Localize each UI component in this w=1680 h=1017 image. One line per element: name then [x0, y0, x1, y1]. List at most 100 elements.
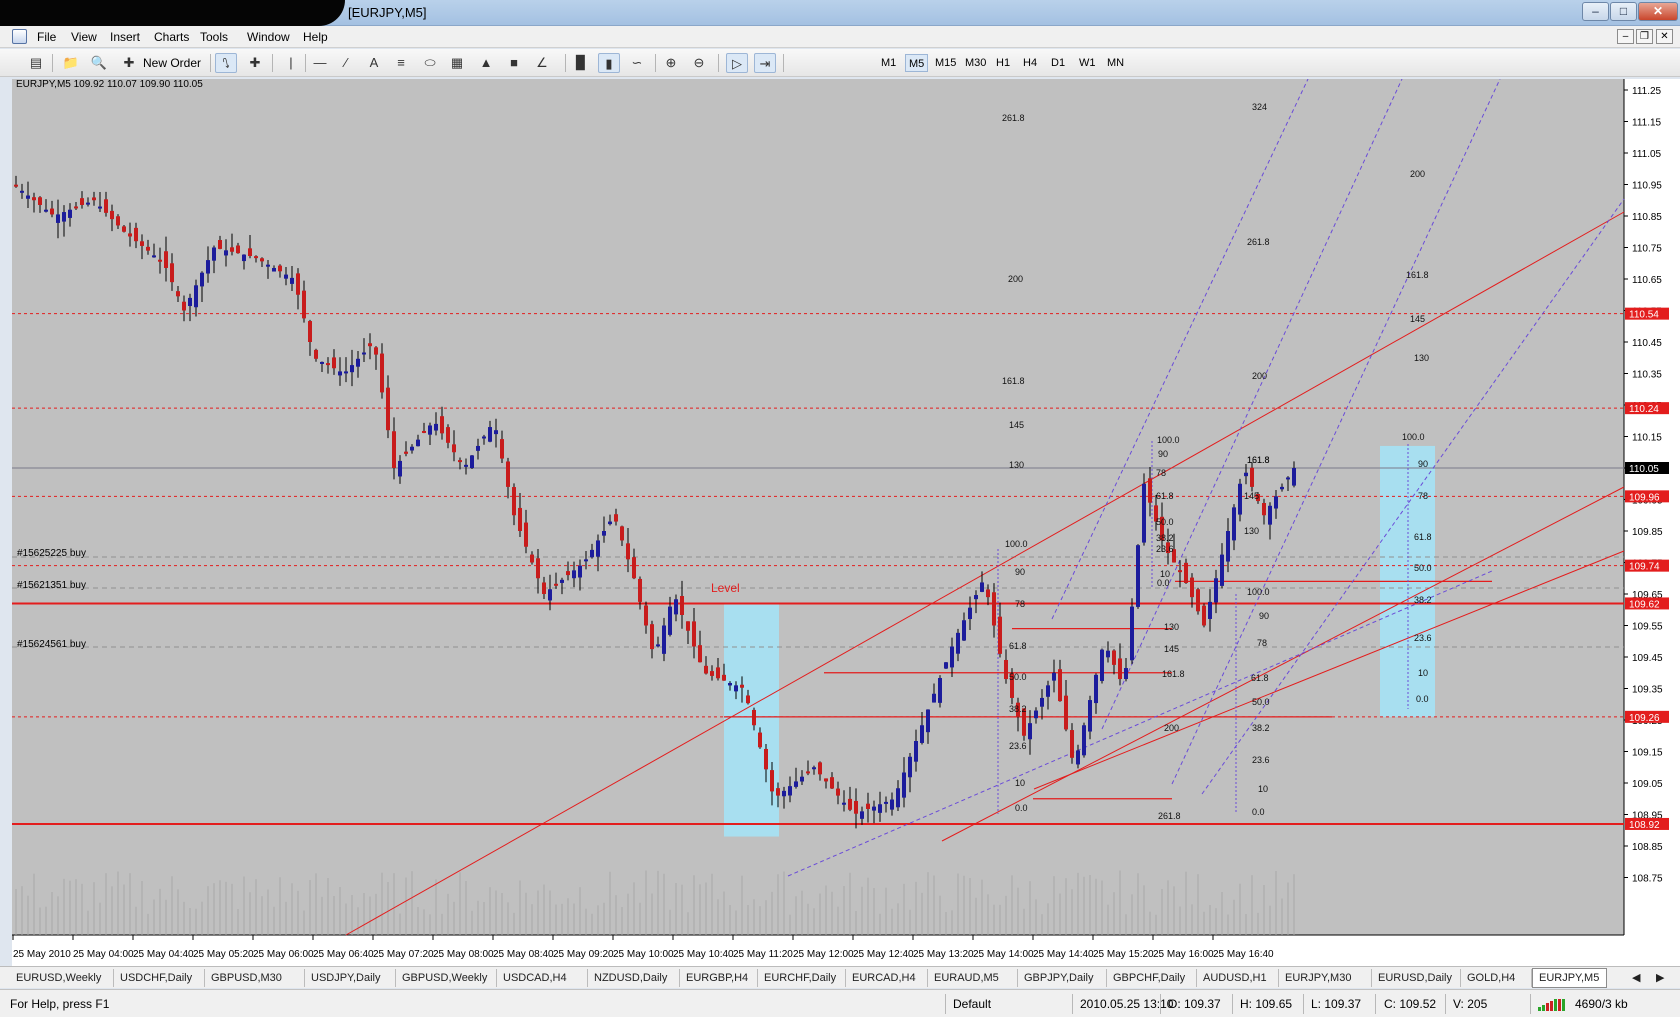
order-label[interactable]: #15621351 buy [17, 580, 86, 591]
candle-body [866, 803, 870, 809]
menu-charts[interactable]: Charts [154, 30, 189, 44]
time-tick-label: 25 May 10:40 [673, 949, 734, 960]
fibonacci-icon[interactable]: ≡ [390, 53, 412, 73]
minimize-button[interactable]: – [1582, 2, 1609, 21]
symbol-tab[interactable]: GBPUSD,Weekly [396, 969, 497, 987]
order-label[interactable]: #15624561 buy [17, 639, 86, 650]
chart-window[interactable]: 261.8 200 161.8 145 130 100.0 90 78 61.8 50.0 38.2… [12, 79, 1680, 966]
candlestick-icon[interactable]: ▮ [598, 53, 620, 73]
tab-scroll-left-icon[interactable]: ◀ [1626, 969, 1646, 987]
fib-level-label: 78 [1156, 468, 1166, 478]
fib-level-label: 38.2 [1252, 723, 1270, 733]
trendline-icon[interactable]: ∕ [335, 53, 357, 73]
zoom-out-icon[interactable]: ⊖ [688, 53, 710, 73]
maximize-button[interactable]: □ [1610, 2, 1637, 21]
menu-view[interactable]: View [71, 30, 97, 44]
tf-m1[interactable]: M1 [878, 54, 899, 72]
zoom-in-icon[interactable]: ⊕ [660, 53, 682, 73]
rectangle-icon[interactable]: ■ [503, 53, 525, 73]
title-bar: [EURJPY,M5] – □ ✕ [0, 0, 1680, 26]
horizontal-line-icon[interactable]: — [309, 53, 331, 73]
fib-level-label: 10 [1015, 778, 1025, 788]
fib-level-label: 200 [1008, 274, 1023, 284]
menu-file[interactable]: File [37, 30, 56, 44]
fib-fan-icon[interactable]: ▦ [446, 53, 468, 73]
fib-level-label: 324 [1252, 102, 1267, 112]
crosshair-icon[interactable]: ✚ [244, 53, 266, 73]
symbol-tab[interactable]: NZDUSD,Daily [588, 969, 680, 987]
candle-body [224, 250, 228, 256]
vertical-line-icon[interactable]: | [280, 53, 302, 73]
fib-level-label: 61.8 [1156, 491, 1174, 501]
time-tick-label: 25 May 06:00 [253, 949, 314, 960]
chart-shift-icon[interactable]: ⇥ [754, 53, 776, 73]
candle-body [998, 616, 1002, 654]
toggle-navigator-icon[interactable]: ▤ [25, 53, 47, 73]
symbol-tab[interactable]: EURGBP,H4 [680, 969, 758, 987]
menu-tools[interactable]: Tools [200, 30, 228, 44]
symbol-tab[interactable]: GBPUSD,M30 [205, 969, 305, 987]
app-document-icon[interactable] [12, 29, 27, 44]
fib-level-label: 61.8 [1009, 641, 1027, 651]
fib-level-label: 38.2 [1009, 704, 1027, 714]
candle-body [422, 430, 426, 433]
tf-d1[interactable]: D1 [1048, 54, 1068, 72]
open-folder-icon[interactable]: 📁 [60, 53, 82, 73]
symbol-tab[interactable]: USDCHF,Daily [114, 969, 205, 987]
symbol-tab[interactable]: GBPCHF,Daily [1107, 969, 1197, 987]
close-button[interactable]: ✕ [1638, 2, 1678, 21]
tf-w1[interactable]: W1 [1076, 54, 1099, 72]
candle-body [656, 644, 660, 647]
bar-chart-icon[interactable]: ▉ [570, 53, 592, 73]
candle-body [344, 371, 348, 374]
candle-body [1118, 658, 1122, 680]
order-label[interactable]: #15625225 buy [17, 548, 86, 559]
fib-level-label: 100.0 [1005, 539, 1028, 549]
mdi-close-button[interactable]: ✕ [1656, 29, 1673, 44]
ellipse-icon[interactable]: ⬭ [419, 53, 441, 73]
mdi-minimize-button[interactable]: – [1617, 29, 1634, 44]
symbol-tab[interactable]: AUDUSD,H1 [1197, 969, 1279, 987]
tf-mn[interactable]: MN [1104, 54, 1127, 72]
chart-properties-icon[interactable]: 🔍 [88, 53, 110, 73]
new-order-button[interactable]: New Order [143, 56, 201, 70]
triangle-icon[interactable]: ▲ [475, 53, 497, 73]
symbol-tab[interactable]: GOLD,H4 [1461, 969, 1532, 987]
line-chart-icon[interactable]: ∽ [626, 53, 648, 73]
text-tool-icon[interactable]: A [363, 53, 385, 73]
price-chart[interactable]: 261.8200161.8145130100.0907861.850.038.2… [12, 79, 1680, 966]
symbol-tab[interactable]: EURCHF,Daily [758, 969, 846, 987]
new-order-icon[interactable]: ✚ [118, 53, 140, 73]
symbol-tab[interactable]: USDCAD,H4 [497, 969, 588, 987]
symbol-tab[interactable]: EURAUD,M5 [928, 969, 1018, 987]
candle-body [560, 579, 564, 583]
price-highlight-label: 109.74 [1629, 562, 1660, 573]
tf-h4[interactable]: H4 [1020, 54, 1040, 72]
profile-name[interactable]: Default [953, 997, 991, 1011]
mdi-restore-button[interactable]: ❐ [1636, 29, 1653, 44]
menu-insert[interactable]: Insert [110, 30, 140, 44]
cursor-icon[interactable]: ⭛ [215, 53, 237, 73]
candle-body [668, 606, 672, 635]
tf-h1[interactable]: H1 [993, 54, 1013, 72]
candle-body [902, 772, 906, 798]
tab-scroll-right-icon[interactable]: ▶ [1650, 969, 1670, 987]
candle-body [410, 446, 414, 451]
menu-window[interactable]: Window [247, 30, 290, 44]
symbol-tab[interactable]: USDJPY,Daily [305, 969, 396, 987]
tf-m5[interactable]: M5 [905, 54, 929, 72]
tf-m30[interactable]: M30 [962, 54, 989, 72]
symbol-tab[interactable]: EURJPY,M30 [1279, 969, 1372, 987]
candle-body [824, 778, 828, 782]
symbol-tab[interactable]: EURJPY,M5 [1532, 968, 1607, 988]
symbol-tab[interactable]: EURUSD,Weekly [10, 969, 114, 987]
autoscroll-icon[interactable]: ▷ [726, 53, 748, 73]
symbol-tab[interactable]: EURUSD,Daily [1372, 969, 1461, 987]
angle-icon[interactable]: ∠ [531, 53, 553, 73]
candle-body [14, 184, 18, 187]
tf-m15[interactable]: M15 [932, 54, 959, 72]
candle-body [488, 427, 492, 442]
menu-help[interactable]: Help [303, 30, 328, 44]
symbol-tab[interactable]: EURCAD,H4 [846, 969, 928, 987]
symbol-tab[interactable]: GBPJPY,Daily [1018, 969, 1107, 987]
